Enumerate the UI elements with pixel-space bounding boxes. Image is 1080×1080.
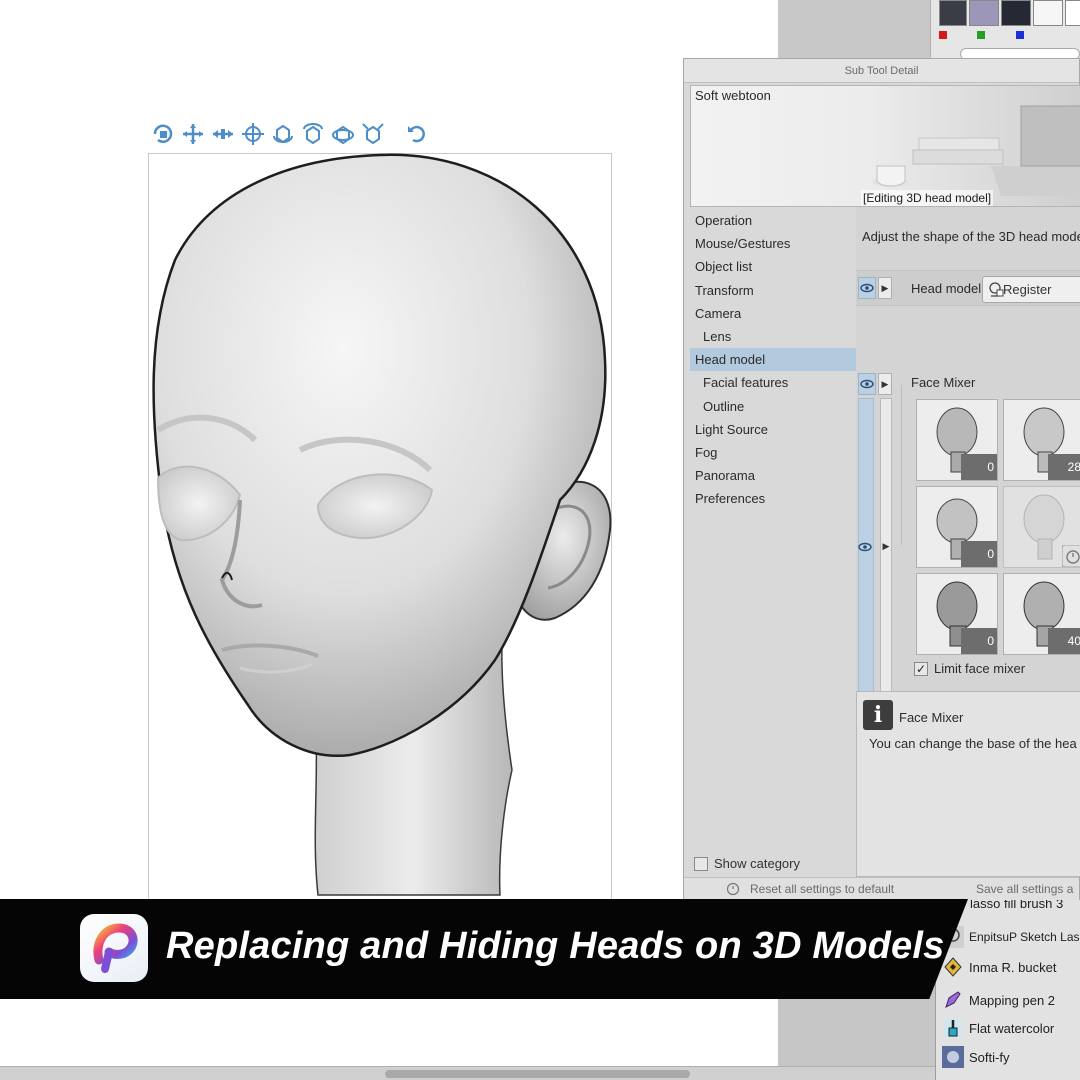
face-mixer-thumb[interactable]: 28 (1003, 399, 1080, 481)
pan-camera-icon[interactable] (210, 120, 236, 148)
watercolor-icon (944, 1019, 962, 1037)
settings-description: Adjust the shape of the 3D head mode (862, 229, 1080, 244)
face-mixer-thumb[interactable]: 0 (916, 573, 998, 655)
rotate-object-icon[interactable] (270, 120, 296, 148)
color-swatch[interactable] (1033, 0, 1063, 26)
tool-item-label: Flat watercolor (969, 1020, 1055, 1036)
face-mixer-thumb[interactable]: 40 (1003, 573, 1080, 655)
preview-caption: [Editing 3D head model] (861, 190, 994, 206)
horizontal-scrollbar[interactable] (0, 1066, 935, 1080)
info-title: Face Mixer (899, 710, 964, 725)
rotate-camera-icon[interactable] (150, 120, 176, 148)
category-list: Operation Mouse/Gestures Object list Tra… (690, 209, 858, 510)
rotate-object-y-icon[interactable] (300, 120, 326, 148)
category-preferences[interactable]: Preferences (690, 487, 858, 510)
show-category-toggle[interactable]: Show category (694, 856, 800, 871)
reset-all-label: Reset all settings to default (750, 882, 895, 896)
tool-item-mapping-pen[interactable]: Mapping pen 2 (936, 986, 1080, 1014)
face-mixer-thumb[interactable]: 0 (916, 486, 998, 568)
green-marker (977, 31, 985, 39)
color-swatch[interactable] (1001, 0, 1031, 26)
face-mixer-thumb[interactable] (1003, 486, 1080, 568)
banner-title: Replacing and Hiding Heads on 3D Models (166, 925, 945, 967)
show-category-checkbox[interactable] (694, 856, 708, 871)
tree-connector (901, 385, 902, 545)
pen-icon (945, 991, 961, 1008)
color-swatch[interactable] (939, 0, 967, 26)
face-mixer-thumb[interactable]: 0 (916, 399, 998, 481)
panel-title: Sub Tool Detail (684, 59, 1079, 83)
tool-item-label: Inma R. bucket (969, 959, 1057, 975)
preview-illustration (873, 105, 1080, 196)
red-marker (939, 31, 947, 39)
category-facial-features[interactable]: Facial features (690, 371, 858, 394)
check-icon[interactable]: ✓ (914, 661, 928, 676)
face-mixer-value: 40 (1048, 628, 1080, 654)
sub-tool-preview: Soft webtoon [Editing 3D head model] (690, 85, 1080, 207)
tool-item-label: Softi-fy (969, 1049, 1010, 1065)
info-box: i Face Mixer You can change the base of … (856, 691, 1080, 877)
face-mixer-label: Face Mixer (911, 375, 976, 390)
head-model-label: Head model (911, 281, 982, 296)
face-mixer-value: 0 (961, 628, 997, 654)
blue-marker (1016, 31, 1024, 39)
tool-item-inma-r-bucket[interactable]: Inma R. bucket (936, 953, 1080, 981)
limit-face-mixer-toggle[interactable]: ✓ Limit face mixer (914, 661, 1025, 676)
rotate-object-z-icon[interactable] (330, 120, 356, 148)
show-category-label: Show category (714, 856, 800, 871)
timer-icon (1062, 545, 1080, 567)
blend-icon (942, 1046, 964, 1068)
face-mixer-expand-icon[interactable]: ▶ (878, 373, 892, 395)
category-transform[interactable]: Transform (690, 279, 858, 302)
category-lens[interactable]: Lens (690, 325, 858, 348)
bucket-icon (944, 957, 962, 977)
clip-studio-paint-logo-icon (80, 914, 148, 982)
reset-view-icon[interactable] (404, 120, 430, 148)
panel-footer: Reset all settings to default Save all s… (684, 877, 1079, 901)
face-mixer-eye-icon[interactable] (858, 373, 876, 395)
category-panorama[interactable]: Panorama (690, 464, 858, 487)
tool-item-label: Mapping pen 2 (969, 992, 1056, 1008)
reset-all-button[interactable]: Reset all settings to default (726, 882, 894, 896)
scale-object-icon[interactable] (360, 120, 386, 148)
category-operation[interactable]: Operation (690, 209, 858, 232)
category-camera[interactable]: Camera (690, 302, 858, 325)
color-swatch[interactable] (1065, 0, 1080, 26)
save-all-button[interactable]: Save all settings a (976, 882, 1073, 896)
face-mixer-value: 28 (1048, 454, 1080, 480)
face-mixer-child-eye-icon[interactable] (856, 536, 874, 558)
tool-item-softi-fy[interactable]: Softi-fy (936, 1043, 1080, 1071)
move-camera-icon[interactable] (180, 120, 206, 148)
face-mixer-child-expand-icon[interactable]: ▶ (879, 536, 893, 558)
reset-icon (726, 882, 740, 896)
3d-head-model[interactable] (140, 145, 620, 900)
category-head-model[interactable]: Head model (690, 348, 858, 372)
expand-arrow-icon[interactable]: ▶ (878, 277, 892, 299)
tool-item-label: EnpitsuP Sketch Lasso (969, 930, 1080, 944)
face-mixer-value: 0 (961, 454, 997, 480)
category-light-source[interactable]: Light Source (690, 418, 858, 441)
info-icon: i (863, 700, 893, 730)
eye-icon[interactable] (858, 277, 876, 299)
color-swatch[interactable] (969, 0, 999, 26)
limit-face-mixer-label: Limit face mixer (934, 661, 1026, 676)
register-button[interactable]: Register (982, 276, 1080, 303)
register-head-icon (989, 282, 1004, 297)
category-fog[interactable]: Fog (690, 441, 858, 464)
move-object-icon[interactable] (240, 120, 266, 148)
tool-item-flat-watercolor[interactable]: Flat watercolor (936, 1014, 1080, 1042)
scrollbar-thumb[interactable] (385, 1070, 690, 1078)
tool-item-enpitsup-sketch-lasso[interactable]: EnpitsuP Sketch Lasso (936, 923, 1080, 951)
head-model-row: ▶ Head model Register (856, 270, 1080, 306)
sub-tool-detail-panel: Sub Tool Detail Soft webtoon [Editing 3D… (683, 58, 1080, 901)
category-object-list[interactable]: Object list (690, 255, 858, 278)
tool-item-label: lasso fill brush 3 (970, 900, 1064, 911)
category-outline[interactable]: Outline (690, 395, 858, 418)
register-button-label: Register (1003, 282, 1052, 297)
info-text: You can change the base of the hea (869, 736, 1077, 751)
category-mouse-gestures[interactable]: Mouse/Gestures (690, 232, 858, 255)
face-mixer-value: 0 (961, 541, 997, 567)
